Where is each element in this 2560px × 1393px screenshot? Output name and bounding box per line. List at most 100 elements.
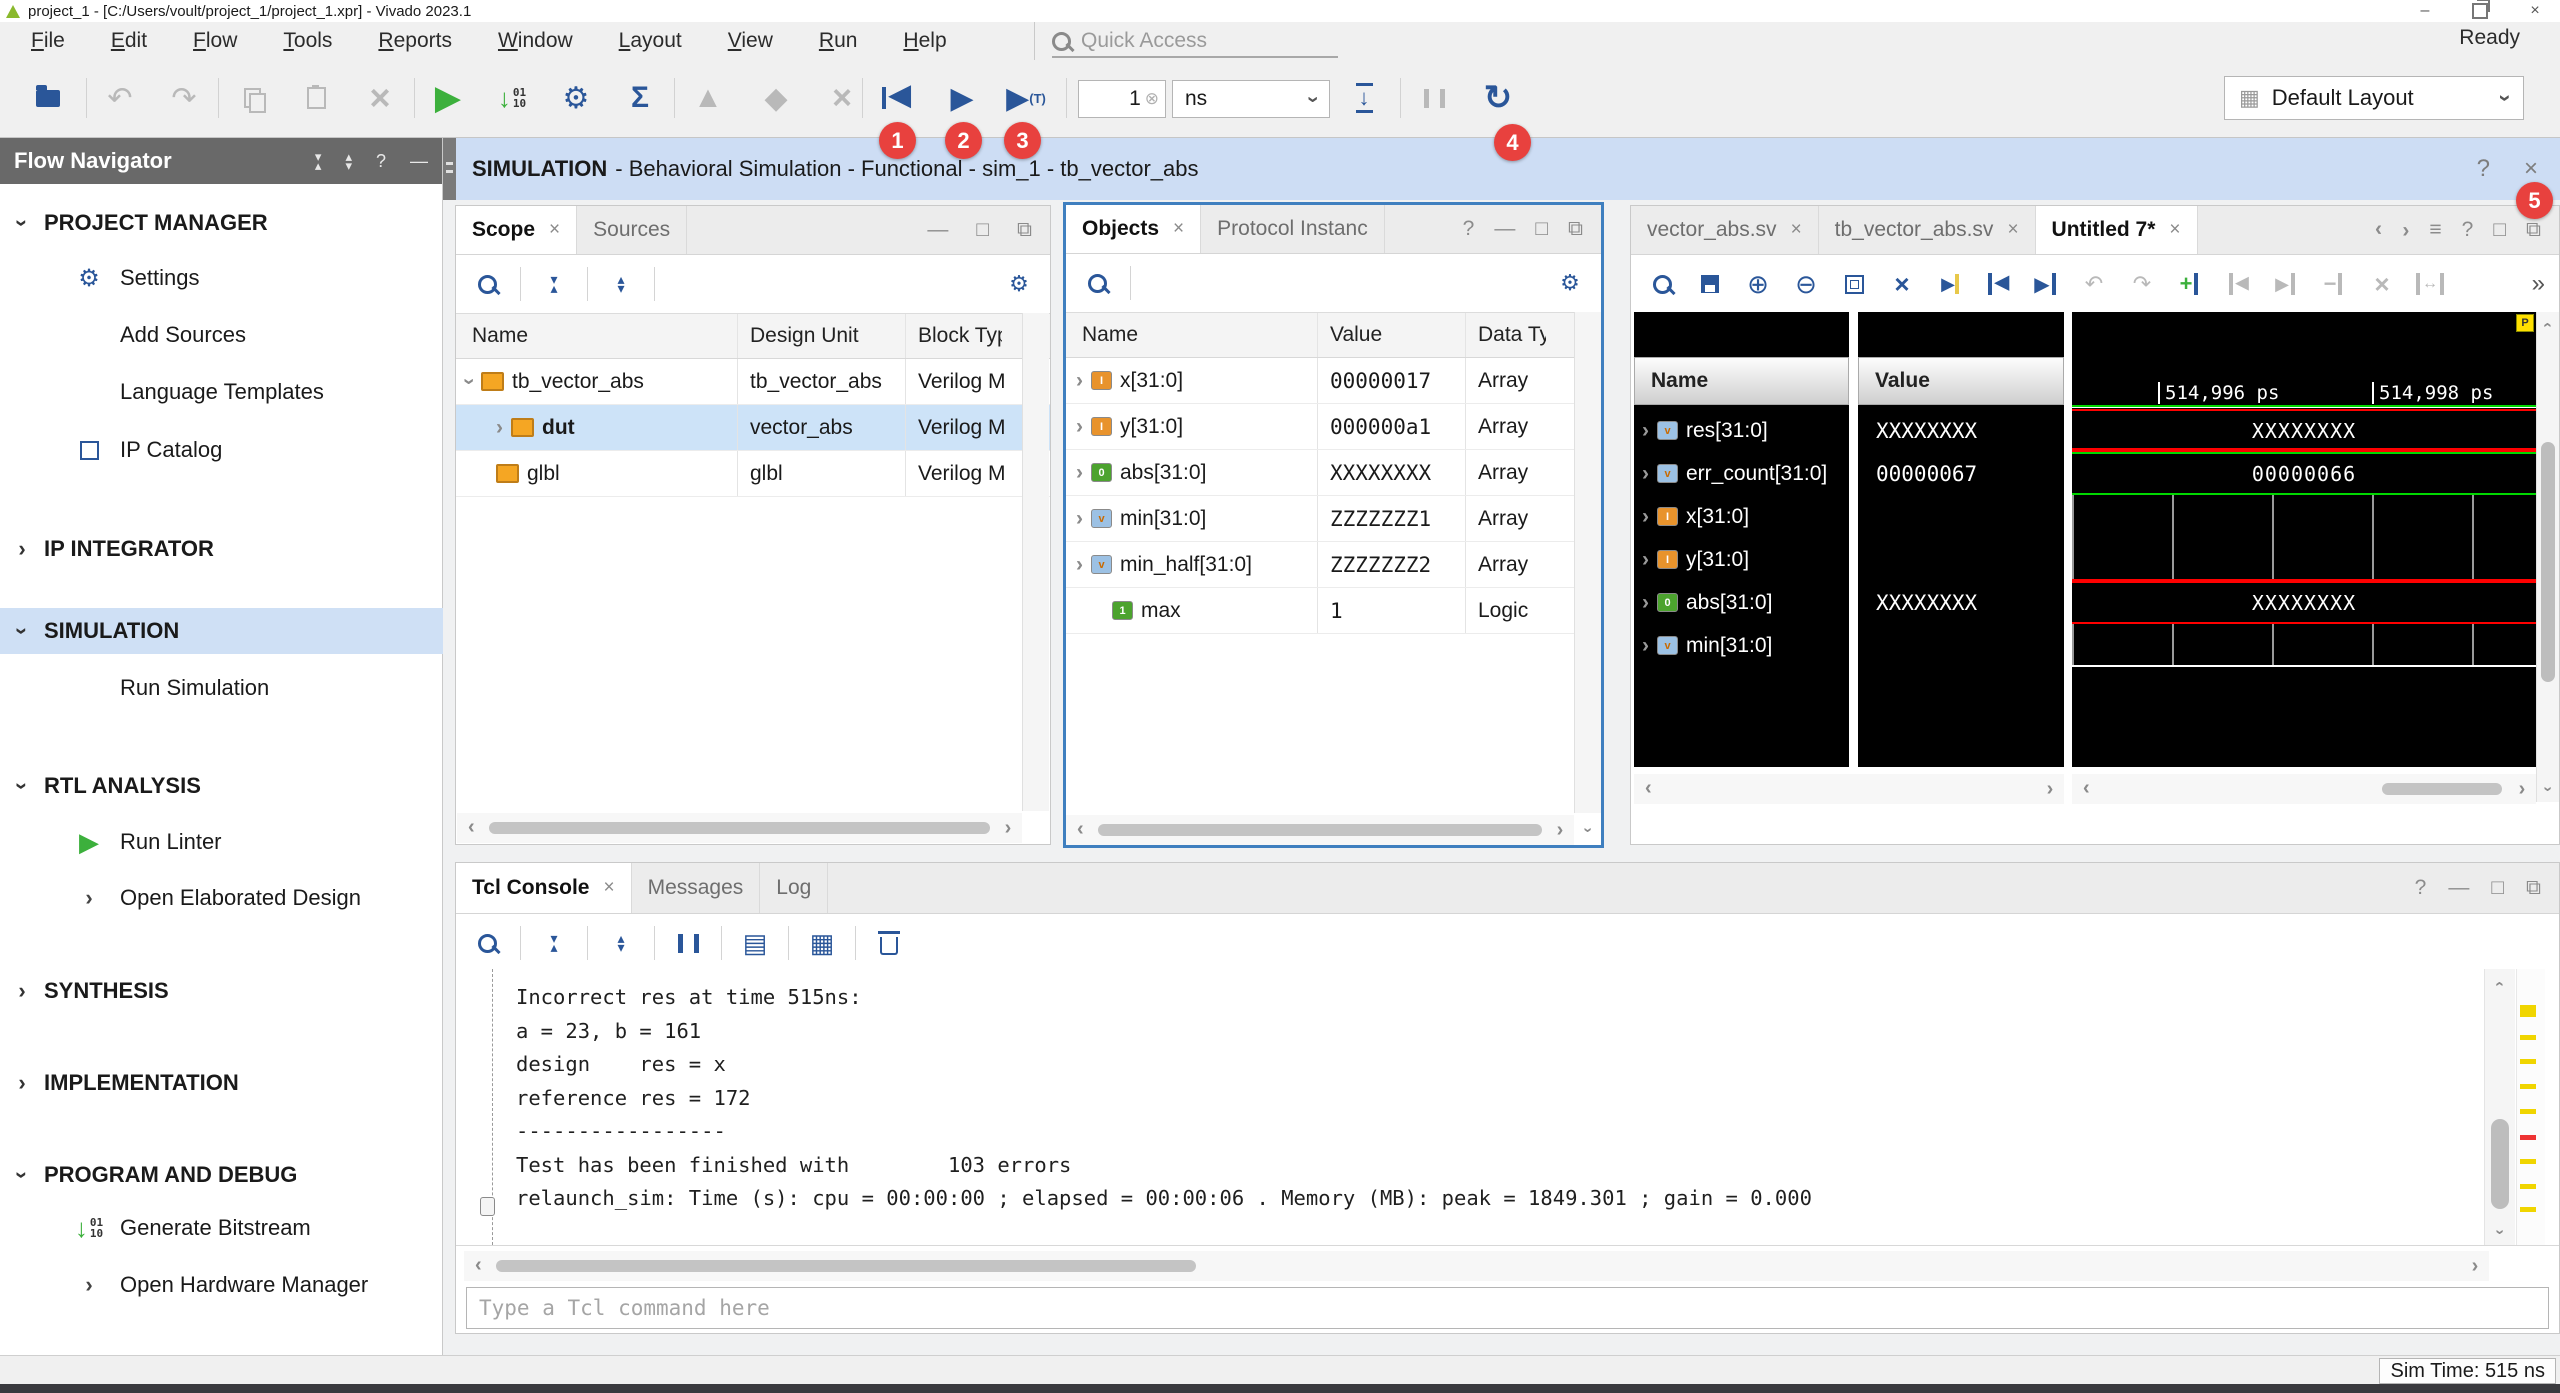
close-icon[interactable]: × [2007,219,2018,241]
vertical-scrollbar[interactable] [1574,312,1601,813]
maximize-panel-icon[interactable]: □ [2491,876,2504,900]
window-minimize-button[interactable]: – [2400,0,2450,22]
undo-button[interactable] [92,73,148,123]
tab-tb-vector-abs-sv[interactable]: tb_vector_abs.sv× [1819,206,2036,254]
warning-mark[interactable] [2520,1159,2536,1164]
redo-button[interactable] [156,73,212,123]
float-panel-icon[interactable]: ⧉ [1017,218,1032,242]
warning-mark[interactable] [2520,1207,2536,1212]
window-close-button[interactable]: × [2510,0,2560,22]
layout-selector[interactable]: Default Layout [2224,76,2524,120]
tab-vector-abs-sv[interactable]: vector_abs.sv× [1631,206,1819,254]
search-icon[interactable] [1080,266,1114,300]
toolbar-overflow-icon[interactable]: » [2532,270,2545,298]
scroll-down-icon[interactable] [2485,1223,2515,1241]
expand-all-icon[interactable] [604,267,638,301]
copy-button[interactable] [224,73,280,123]
menu-edit[interactable]: Edit [88,25,170,57]
flownav-item-open-elaborated-design[interactable]: Open Elaborated Design [0,876,443,920]
help-icon[interactable]: ? [1463,217,1475,241]
minimize-panel-icon[interactable]: — [1494,217,1515,241]
go-to-end-icon[interactable] [2029,267,2063,301]
error-mark[interactable] [2520,1135,2536,1140]
float-panel-icon[interactable]: ⧉ [2526,218,2541,242]
help-icon[interactable]: ? [2415,876,2427,900]
wave-signal-y[interactable]: y[31:0] [1634,538,1849,581]
tab-tcl-console[interactable]: Tcl Console× [456,863,632,913]
expand-toggle-icon[interactable] [1076,370,1083,391]
column-header-name[interactable]: Name [1066,313,1318,357]
menu-run[interactable]: Run [796,25,881,57]
generate-bitstream-button[interactable]: ↓01 10 [484,73,540,123]
horizontal-scrollbar[interactable] [457,813,1022,843]
menu-flow[interactable]: Flow [170,25,260,57]
tab-untitled-7[interactable]: Untitled 7*× [2036,206,2198,254]
object-row-x[interactable]: x[31:0] 00000017 Array [1066,358,1601,404]
copy-output-icon[interactable] [738,926,772,960]
delete-all-markers-icon[interactable] [2365,267,2399,301]
column-header-block-type[interactable]: Block Typ [906,324,1002,348]
clear-icon[interactable]: ⊗ [1145,89,1159,109]
delete-button[interactable] [352,73,408,123]
flownav-item-settings[interactable]: Settings [0,256,443,300]
expand-toggle-icon[interactable] [1642,635,1649,656]
search-icon[interactable] [1645,267,1679,301]
warning-mark[interactable] [2520,1005,2536,1017]
close-simulation-icon[interactable]: × [2524,155,2538,183]
validate-design-button[interactable]: ▲ [680,73,736,123]
tab-scope[interactable]: Scope× [456,206,577,254]
remove-cursor-icon[interactable] [1885,267,1919,301]
gutter-pin-icon[interactable] [480,1197,495,1216]
flownav-item-language-templates[interactable]: Language Templates [0,370,443,414]
object-row-min-half[interactable]: min_half[31:0] ZZZZZZZ2 Array [1066,542,1601,588]
warning-mark[interactable] [2520,1084,2536,1089]
expand-toggle-icon[interactable] [1076,416,1083,437]
close-icon[interactable]: × [2169,219,2180,241]
scope-row-glbl[interactable]: glbl glbl Verilog M [456,451,1050,497]
warning-mark[interactable] [2520,1035,2536,1040]
save-icon[interactable] [1693,267,1727,301]
go-to-time-icon[interactable] [1933,267,1967,301]
expand-toggle-icon[interactable] [1076,462,1083,483]
horizontal-scrollbar[interactable] [1066,815,1574,845]
float-panel-icon[interactable]: ⧉ [2526,876,2541,900]
column-header-name[interactable]: Name [456,314,738,358]
vertical-scrollbar[interactable] [2484,969,2515,1245]
queue-output-icon[interactable] [805,926,839,960]
maximize-panel-icon[interactable]: □ [1535,217,1548,241]
help-icon[interactable]: ? [2477,155,2490,183]
zoom-fit-icon[interactable] [1837,267,1871,301]
expand-toggle-icon[interactable] [459,378,480,385]
collapse-all-icon[interactable] [537,267,571,301]
sim-restart-button[interactable] [868,73,924,123]
open-project-button[interactable] [20,73,76,123]
expand-toggle-icon[interactable] [1642,506,1649,527]
add-marker-icon[interactable]: + [2173,267,2207,301]
collapse-all-icon[interactable] [537,926,571,960]
tab-protocol-instances[interactable]: Protocol Instanc [1201,205,1385,253]
object-row-y[interactable]: y[31:0] 000000a1 Array [1066,404,1601,450]
prev-tab-icon[interactable] [2375,220,2382,241]
zoom-out-icon[interactable] [1789,267,1823,301]
delete-marker-icon[interactable]: − [2317,267,2351,301]
tab-objects[interactable]: Objects× [1066,205,1201,253]
close-icon[interactable]: × [549,219,560,241]
vertical-scrollbar[interactable] [1022,313,1049,811]
scroll-down-icon[interactable] [2537,780,2559,798]
close-icon[interactable]: × [603,877,614,899]
help-icon[interactable]: ? [2462,218,2474,242]
scope-row-tb-vector-abs[interactable]: tb_vector_abs tb_vector_abs Verilog M [456,359,1050,405]
wave-signal-res[interactable]: res[31:0] [1634,409,1849,452]
horizontal-scrollbar[interactable] [1634,774,2064,804]
flownav-item-add-sources[interactable]: Add Sources [0,313,443,357]
expand-toggle-icon[interactable] [496,417,503,438]
minimize-panel-icon[interactable]: — [2448,876,2469,900]
horizontal-scrollbar[interactable] [2072,774,2536,804]
wave-signal-x[interactable]: x[31:0] [1634,495,1849,538]
tab-log[interactable]: Log [760,863,828,913]
tcl-command-input[interactable] [466,1287,2549,1329]
menu-reports[interactable]: Reports [355,25,475,57]
paste-button[interactable] [288,73,344,123]
sim-step-button[interactable]: ↓ [1336,73,1392,123]
section-simulation[interactable]: SIMULATION [0,608,443,654]
